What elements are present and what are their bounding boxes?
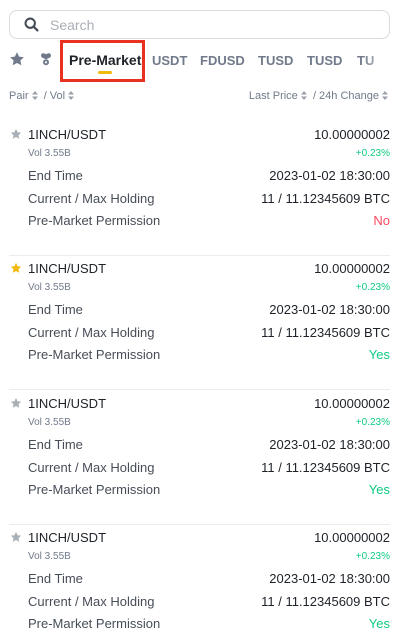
- sort-arrows-icon: [300, 91, 307, 100]
- volume: Vol 3.55B: [28, 417, 71, 428]
- zones-icon[interactable]: [38, 51, 54, 67]
- end-time-label: End Time: [28, 437, 83, 452]
- price-change: +0.23%: [355, 148, 390, 159]
- highlight-box: [60, 40, 145, 82]
- tab-tusd-2[interactable]: TUSD: [307, 40, 342, 80]
- volume: Vol 3.55B: [28, 551, 71, 562]
- volume: Vol 3.55B: [28, 148, 71, 159]
- sort-bar: Pair / Vol Last Price / 24h Change: [0, 88, 402, 106]
- price-change: +0.23%: [355, 551, 390, 562]
- sort-right: Last Price / 24h Change: [249, 90, 388, 102]
- pair-name: 1INCH/USDT: [28, 127, 107, 142]
- tabs-overflow-fade: [362, 40, 402, 80]
- sort-arrows-icon: [382, 91, 388, 100]
- favorites-star-icon[interactable]: [9, 51, 25, 67]
- holding-label: Current / Max Holding: [28, 325, 155, 340]
- search-icon: [24, 17, 39, 32]
- last-price: 10.00000002: [314, 530, 390, 545]
- sort-last-price[interactable]: Last Price: [249, 90, 307, 102]
- end-time-label: End Time: [28, 302, 83, 317]
- end-time-value: 2023-01-02 18:30:00: [269, 168, 390, 183]
- sort-left: Pair / Vol: [9, 90, 75, 102]
- pair-name: 1INCH/USDT: [28, 261, 107, 276]
- holding-value: 11 / 11.12345609 BTC: [261, 191, 390, 206]
- holding-value: 11 / 11.12345609 BTC: [261, 325, 390, 340]
- permission-value: No: [373, 213, 390, 228]
- permission-value: Yes: [368, 347, 390, 362]
- end-time-label: End Time: [28, 571, 83, 586]
- end-time-value: 2023-01-02 18:30:00: [269, 302, 390, 317]
- sort-arrows-icon: [31, 91, 38, 100]
- permission-value: Yes: [368, 482, 390, 497]
- sort-vol[interactable]: / Vol: [44, 90, 75, 102]
- last-price: 10.00000002: [314, 127, 390, 142]
- tab-usdt-label: USDT: [152, 52, 188, 68]
- sort-pair[interactable]: Pair: [9, 90, 38, 102]
- favorite-star-icon[interactable]: [10, 128, 22, 140]
- search-placeholder: Search: [50, 16, 95, 33]
- tab-tusd-2-label: TUSD: [307, 52, 343, 68]
- market-card[interactable]: 1INCH/USDT 10.00000002 Vol 3.55B +0.23% …: [0, 391, 402, 525]
- tab-tusd-label: TUSD: [258, 52, 294, 68]
- sort-arrows-icon: [68, 91, 75, 100]
- permission-label: Pre-Market Permission: [28, 213, 161, 228]
- market-card[interactable]: 1INCH/USDT 10.00000002 Vol 3.55B +0.23% …: [0, 525, 402, 643]
- pair-name: 1INCH/USDT: [28, 396, 107, 411]
- favorite-star-icon[interactable]: [10, 262, 22, 274]
- holding-label: Current / Max Holding: [28, 191, 155, 206]
- market-card[interactable]: 1INCH/USDT 10.00000002 Vol 3.55B +0.23% …: [0, 122, 402, 256]
- tab-fdusd-label: FDUSD: [200, 52, 245, 68]
- tab-tusd[interactable]: TUSD: [258, 40, 293, 80]
- volume: Vol 3.55B: [28, 282, 71, 293]
- favorite-star-icon[interactable]: [10, 397, 22, 409]
- holding-label: Current / Max Holding: [28, 460, 155, 475]
- search-input[interactable]: Search: [9, 10, 390, 39]
- end-time-value: 2023-01-02 18:30:00: [269, 437, 390, 452]
- sort-change[interactable]: / 24h Change: [313, 90, 388, 102]
- price-change: +0.23%: [355, 417, 390, 428]
- holding-label: Current / Max Holding: [28, 594, 155, 609]
- last-price: 10.00000002: [314, 396, 390, 411]
- holding-value: 11 / 11.12345609 BTC: [261, 594, 390, 609]
- permission-label: Pre-Market Permission: [28, 616, 161, 631]
- end-time-value: 2023-01-02 18:30:00: [269, 571, 390, 586]
- divider: [9, 389, 390, 390]
- holding-value: 11 / 11.12345609 BTC: [261, 460, 390, 475]
- tab-fdusd[interactable]: FDUSD: [200, 40, 245, 80]
- last-price: 10.00000002: [314, 261, 390, 276]
- favorite-star-icon[interactable]: [10, 531, 22, 543]
- market-card[interactable]: 1INCH/USDT 10.00000002 Vol 3.55B +0.23% …: [0, 256, 402, 390]
- price-change: +0.23%: [355, 282, 390, 293]
- permission-label: Pre-Market Permission: [28, 482, 161, 497]
- permission-value: Yes: [368, 616, 390, 631]
- pair-name: 1INCH/USDT: [28, 530, 107, 545]
- tab-usdt[interactable]: USDT: [152, 40, 187, 80]
- end-time-label: End Time: [28, 168, 83, 183]
- permission-label: Pre-Market Permission: [28, 347, 161, 362]
